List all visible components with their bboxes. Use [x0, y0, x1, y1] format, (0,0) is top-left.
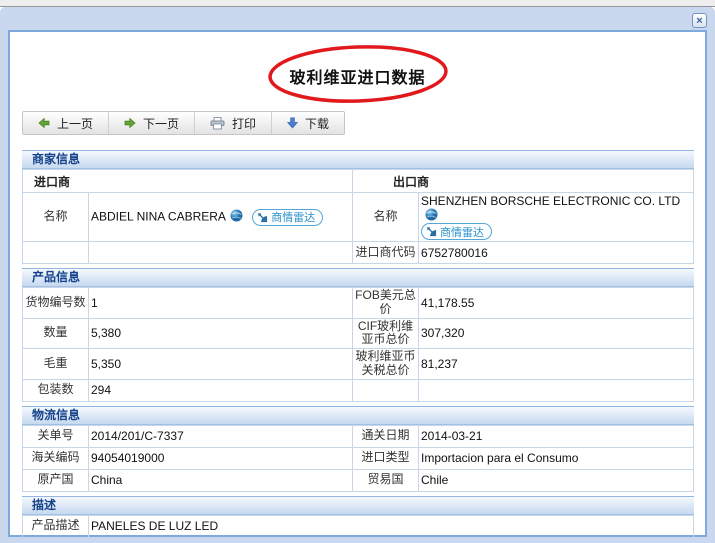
field-value: 307,320: [418, 317, 694, 350]
importer-code-label: 进口商代码: [352, 241, 420, 264]
table-row: 包装数 294: [22, 378, 694, 402]
field-value: 294: [88, 378, 353, 402]
field-value: 5,380: [88, 317, 353, 350]
arrow-left-icon: [38, 117, 50, 129]
prev-page-label: 上一页: [57, 116, 94, 131]
field-value: 41,178.55: [418, 287, 694, 319]
field-label: 玻利维亚币关税总价: [352, 348, 419, 380]
exporter-name-cell: SHENZHEN BORSCHE ELECTRONIC CO. LTD 商情雷达: [418, 192, 694, 242]
toolbar: 上一页 下一页 打印 下载: [22, 111, 346, 135]
globe-icon: [425, 208, 438, 221]
arrow-right-icon: [124, 117, 136, 129]
exporter-name-label: 名称: [352, 192, 420, 242]
section-product: 产品信息 货物编号数 1 FOB美元总价 41,178.55 数量 5,380 …: [22, 268, 694, 402]
download-icon: [287, 117, 299, 129]
section-logistics: 物流信息 关单号 2014/201/C-7337 通关日期 2014-03-21…: [22, 405, 694, 492]
section-header-product: 产品信息: [22, 268, 694, 287]
importer-header: 进口商: [21, 169, 354, 193]
close-button[interactable]: ×: [692, 13, 707, 28]
importer-name-cell: ABDIEL NINA CABRERA 商情雷达: [87, 192, 354, 242]
field-value: Chile: [418, 468, 694, 492]
download-button[interactable]: 下载: [272, 112, 344, 134]
field-value: China: [88, 468, 353, 492]
field-label: CIF玻利维亚币总价: [352, 317, 419, 350]
radar-badge-importer[interactable]: 商情雷达: [252, 208, 324, 226]
next-page-label: 下一页: [143, 116, 180, 131]
table-row: 数量 5,380 CIF玻利维亚币总价 307,320: [22, 317, 694, 350]
field-label: [352, 378, 419, 402]
exporter-header: 出口商: [352, 169, 694, 193]
table-row: 毛重 5,350 玻利维亚币关税总价 81,237: [22, 348, 694, 380]
field-label: 进口类型: [352, 446, 419, 470]
prev-page-button[interactable]: 上一页: [23, 112, 110, 134]
next-page-button[interactable]: 下一页: [109, 112, 196, 134]
field-label: 毛重: [22, 348, 89, 380]
logistics-table: 关单号 2014/201/C-7337 通关日期 2014-03-21 海关编码…: [22, 424, 694, 492]
print-button[interactable]: 打印: [195, 112, 273, 134]
exporter-name-value: SHENZHEN BORSCHE ELECTRONIC CO. LTD: [421, 194, 681, 208]
section-description: 描述 产品描述 PANELES DE LUZ LED: [22, 495, 694, 538]
field-label: 货物编号数: [22, 287, 89, 319]
section-header-description: 描述: [22, 495, 694, 515]
product-description-value: PANELES DE LUZ LED: [88, 514, 694, 538]
download-label: 下载: [305, 116, 330, 131]
radar-icon: [258, 212, 268, 222]
page-title: 玻利维亚进口数据: [289, 70, 426, 87]
table-row: 产品描述 PANELES DE LUZ LED: [22, 514, 694, 538]
field-label: FOB美元总价: [352, 287, 419, 319]
importer-name-label: 名称: [22, 192, 89, 242]
radar-badge-label: 商情雷达: [440, 226, 485, 239]
merchant-table: 进口商 出口商 名称 ABDIEL NINA CABRERA 商情雷达 名称 S: [21, 169, 694, 264]
description-table: 产品描述 PANELES DE LUZ LED: [22, 514, 694, 538]
table-row: 关单号 2014/201/C-7337 通关日期 2014-03-21: [22, 424, 694, 448]
globe-icon: [230, 209, 243, 222]
dialog-content: 商家信息 进口商 出口商 名称 ABDIEL NINA CABRERA 商情雷达: [21, 150, 694, 538]
empty-cell: [87, 241, 354, 264]
field-value: 94054019000: [88, 446, 353, 470]
field-value: 2014-03-21: [418, 424, 694, 448]
section-header-logistics: 物流信息: [22, 405, 694, 425]
field-label: 数量: [22, 317, 89, 350]
field-value: 2014/201/C-7337: [88, 424, 353, 448]
close-icon: ×: [696, 15, 703, 27]
field-label: 关单号: [22, 424, 89, 448]
field-label: 包装数: [22, 378, 89, 402]
screen: × 玻利维亚进口数据 上一页 下一页 打印 下载 商家信息 进口商 出口商 名称…: [0, 0, 715, 543]
table-row: 海关编码 94054019000 进口类型 Importacion para e…: [22, 446, 694, 470]
printer-icon: [210, 116, 225, 129]
radar-badge-label: 商情雷达: [271, 212, 316, 224]
field-value: [418, 378, 694, 402]
section-merchant: 商家信息 进口商 出口商 名称 ABDIEL NINA CABRERA 商情雷达: [21, 150, 694, 264]
field-value: 81,237: [418, 348, 694, 380]
print-label: 打印: [232, 116, 257, 131]
field-value: 1: [88, 287, 353, 319]
product-description-label: 产品描述: [22, 514, 89, 538]
field-label: 海关编码: [22, 446, 89, 470]
field-value: 5,350: [88, 348, 353, 380]
table-row: 货物编号数 1 FOB美元总价 41,178.55: [22, 287, 694, 319]
importer-code-value: 6752780016: [418, 241, 694, 264]
empty-cell: [22, 241, 89, 264]
section-header-merchant: 商家信息: [22, 150, 694, 169]
field-value: Importacion para el Consumo: [418, 446, 694, 470]
importer-name-value: ABDIEL NINA CABRERA: [91, 209, 226, 224]
field-label: 贸易国: [352, 468, 419, 492]
radar-icon: [427, 227, 437, 237]
radar-badge-exporter[interactable]: 商情雷达: [421, 223, 493, 240]
table-row: 原产国 China 贸易国 Chile: [22, 468, 694, 492]
field-label: 原产国: [22, 468, 89, 492]
field-label: 通关日期: [352, 424, 419, 448]
browser-edge-strip: [0, 0, 715, 7]
product-table: 货物编号数 1 FOB美元总价 41,178.55 数量 5,380 CIF玻利…: [22, 287, 694, 402]
